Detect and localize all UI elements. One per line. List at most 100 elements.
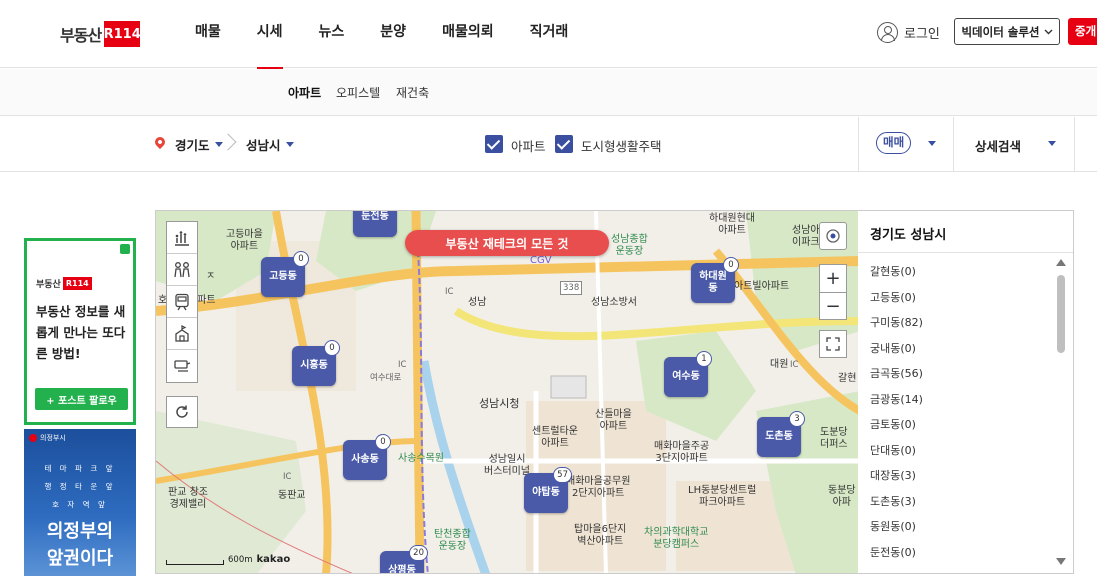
subnav-apartment[interactable]: 아파트 — [288, 84, 321, 101]
scrollbar[interactable] — [1054, 255, 1068, 571]
nav-direct-deal[interactable]: 직거래 — [530, 0, 569, 68]
map-label: 성남종합 운동장 — [611, 234, 648, 257]
scale-label: 600m — [228, 555, 253, 565]
logo-text: 부동산 — [60, 26, 102, 45]
district-marker[interactable]: 둔전동 — [353, 211, 397, 237]
list-item[interactable]: 구미동(82) — [870, 314, 923, 340]
caret-down-icon[interactable] — [928, 141, 936, 146]
map-label: 성남 — [468, 297, 487, 308]
district-marker[interactable]: 고등동 0 — [261, 251, 309, 297]
list-item[interactable]: 궁내동(0) — [870, 340, 923, 366]
subnav-reconstruction[interactable]: 재건축 — [396, 84, 429, 101]
map-label: 동판교 — [278, 490, 306, 501]
map-label: 성남시청 — [479, 397, 520, 410]
detail-search-button[interactable]: 상세검색 — [975, 136, 1021, 155]
post-follow-ad[interactable]: 부동산 R114 부동산 정보를 새롭게 만나는 또다른 방법! + 포스트 팔… — [24, 238, 136, 425]
trade-type-select[interactable]: 매매 — [876, 132, 912, 154]
location-pin-icon — [152, 134, 168, 150]
scroll-thumb[interactable] — [1057, 275, 1065, 353]
chart-icon[interactable] — [167, 222, 197, 254]
list-item[interactable]: 동원동(0) — [870, 518, 923, 544]
subway-icon[interactable] — [167, 286, 197, 318]
chevron-down-icon — [1044, 29, 1053, 34]
ad-logo-text: 부동산 — [36, 280, 61, 290]
district-panel: 경기도 성남시 갈현동(0) 고등동(0) 구미동(82) 궁내동(0) 금곡동… — [858, 210, 1074, 574]
marker-name: 도촌동 — [765, 431, 793, 442]
list-item[interactable]: 도촌동(3) — [870, 493, 923, 519]
marker-count: 0 — [723, 257, 739, 273]
list-item[interactable]: 단대동(0) — [870, 442, 923, 468]
district-marker[interactable]: 상평동 20 — [380, 545, 428, 573]
district-marker[interactable]: 야탑동 57 — [524, 467, 572, 513]
list-item[interactable]: 둔전동(0) — [870, 544, 923, 570]
map-label: IC — [398, 360, 407, 370]
district-list: 갈현동(0) 고등동(0) 구미동(82) 궁내동(0) 금곡동(56) 금광동… — [870, 263, 923, 569]
top-header: 부동산 R114 매물 시세 뉴스 분양 매물의뢰 직거래 로그인 빅데이터 솔… — [0, 0, 1097, 69]
list-item[interactable]: 금곡동(56) — [870, 365, 923, 391]
district-marker[interactable]: 여수동 1 — [664, 351, 712, 397]
map-label: 성남소방서 — [591, 297, 637, 308]
marker-count: 57 — [553, 467, 572, 483]
people-icon[interactable] — [167, 254, 197, 286]
post-follow-button[interactable]: + 포스트 팔로우 — [35, 388, 128, 410]
map-view[interactable]: 고등마을 아파트 아파트 CGV 성남종합 운동장 하대원현대 아파트 성남아 … — [155, 210, 859, 574]
bigdata-label: 빅데이터 솔루션 — [961, 24, 1040, 39]
urban-housing-checkbox[interactable] — [555, 135, 573, 153]
divider — [953, 117, 954, 172]
zoom-in-button[interactable]: + — [819, 264, 847, 292]
logo-badge: R114 — [104, 21, 141, 47]
divider — [1074, 117, 1075, 172]
r114-logo[interactable]: 부동산 R114 — [60, 21, 141, 47]
agent-button[interactable]: 중개 — [1068, 18, 1097, 45]
district-marker[interactable]: 사송동 0 — [343, 434, 391, 480]
map-label: ㅈ — [206, 271, 216, 282]
scroll-up-arrow-icon[interactable] — [1056, 259, 1066, 266]
my-location-icon[interactable] — [819, 222, 847, 250]
ad2-brand: 의정부시 — [29, 433, 66, 443]
map-label: 도분당 더퍼스 — [820, 427, 848, 450]
login-link[interactable]: 로그인 — [877, 21, 940, 43]
scale-bar — [166, 560, 224, 565]
apartment-checkbox-label: 아파트 — [511, 139, 546, 154]
fullscreen-icon[interactable] — [819, 330, 847, 358]
filter-bar: 경기도 성남시 아파트 도시형생활주택 매매 상세검색 — [0, 117, 1097, 172]
zoom-out-button[interactable]: − — [819, 292, 847, 320]
nav-listings[interactable]: 매물 — [195, 0, 221, 68]
region-province-select[interactable]: 경기도 — [175, 135, 223, 154]
district-marker[interactable]: 도촌동 3 — [757, 411, 805, 457]
scroll-down-arrow-icon[interactable] — [1056, 558, 1066, 565]
refresh-icon[interactable] — [166, 396, 198, 428]
list-item[interactable]: 금광동(14) — [870, 391, 923, 417]
map-label: 센트럴타운 아파트 — [532, 426, 578, 449]
list-item[interactable]: 갈현동(0) — [870, 263, 923, 289]
nav-listing-request[interactable]: 매물의뢰 — [442, 0, 494, 68]
marker-name: 야탑동 — [532, 487, 560, 498]
marker-count: 0 — [293, 251, 309, 267]
list-item[interactable]: 금토동(0) — [870, 416, 923, 442]
nav-presale[interactable]: 분양 — [380, 0, 406, 68]
nav-news[interactable]: 뉴스 — [319, 0, 345, 68]
map-label: 대원 — [770, 359, 789, 370]
caret-down-icon[interactable] — [1048, 141, 1056, 146]
ad2-line: 행 정 타 운 앞 — [44, 482, 116, 491]
map-label: 동분당 아파 — [828, 485, 856, 508]
list-item[interactable]: 대장동(3) — [870, 467, 923, 493]
district-marker[interactable]: 하대원 동 0 — [691, 257, 739, 303]
apartment-checkbox[interactable] — [485, 135, 503, 153]
divider — [858, 117, 859, 172]
ad2-line: 호 자 역 앞 — [52, 500, 108, 509]
district-marker[interactable]: 시흥동 0 — [292, 340, 340, 386]
marker-count: 20 — [409, 545, 428, 561]
region-city-select[interactable]: 성남시 — [246, 135, 294, 154]
school-icon[interactable] — [167, 318, 197, 350]
map-promo-banner[interactable]: 부동산 재테크의 모든 것 — [405, 230, 609, 256]
uijeongbu-banner-ad[interactable]: 의정부시 테 마 파 크 앞 행 정 타 운 앞 호 자 역 앞 의정부의 앞권… — [24, 429, 136, 576]
map-label: 아트빌아파트 — [734, 281, 790, 292]
nav-prices[interactable]: 시세 — [256, 0, 283, 69]
cctv-icon[interactable] — [167, 350, 197, 382]
ad-logo: 부동산 R114 — [36, 277, 92, 290]
subnav-officetel[interactable]: 오피스텔 — [336, 84, 380, 101]
list-item[interactable]: 고등동(0) — [870, 289, 923, 315]
ad-headline: 부동산 정보를 새롭게 만나는 또다른 방법! — [36, 304, 126, 361]
bigdata-solution-dropdown[interactable]: 빅데이터 솔루션 — [954, 18, 1060, 45]
